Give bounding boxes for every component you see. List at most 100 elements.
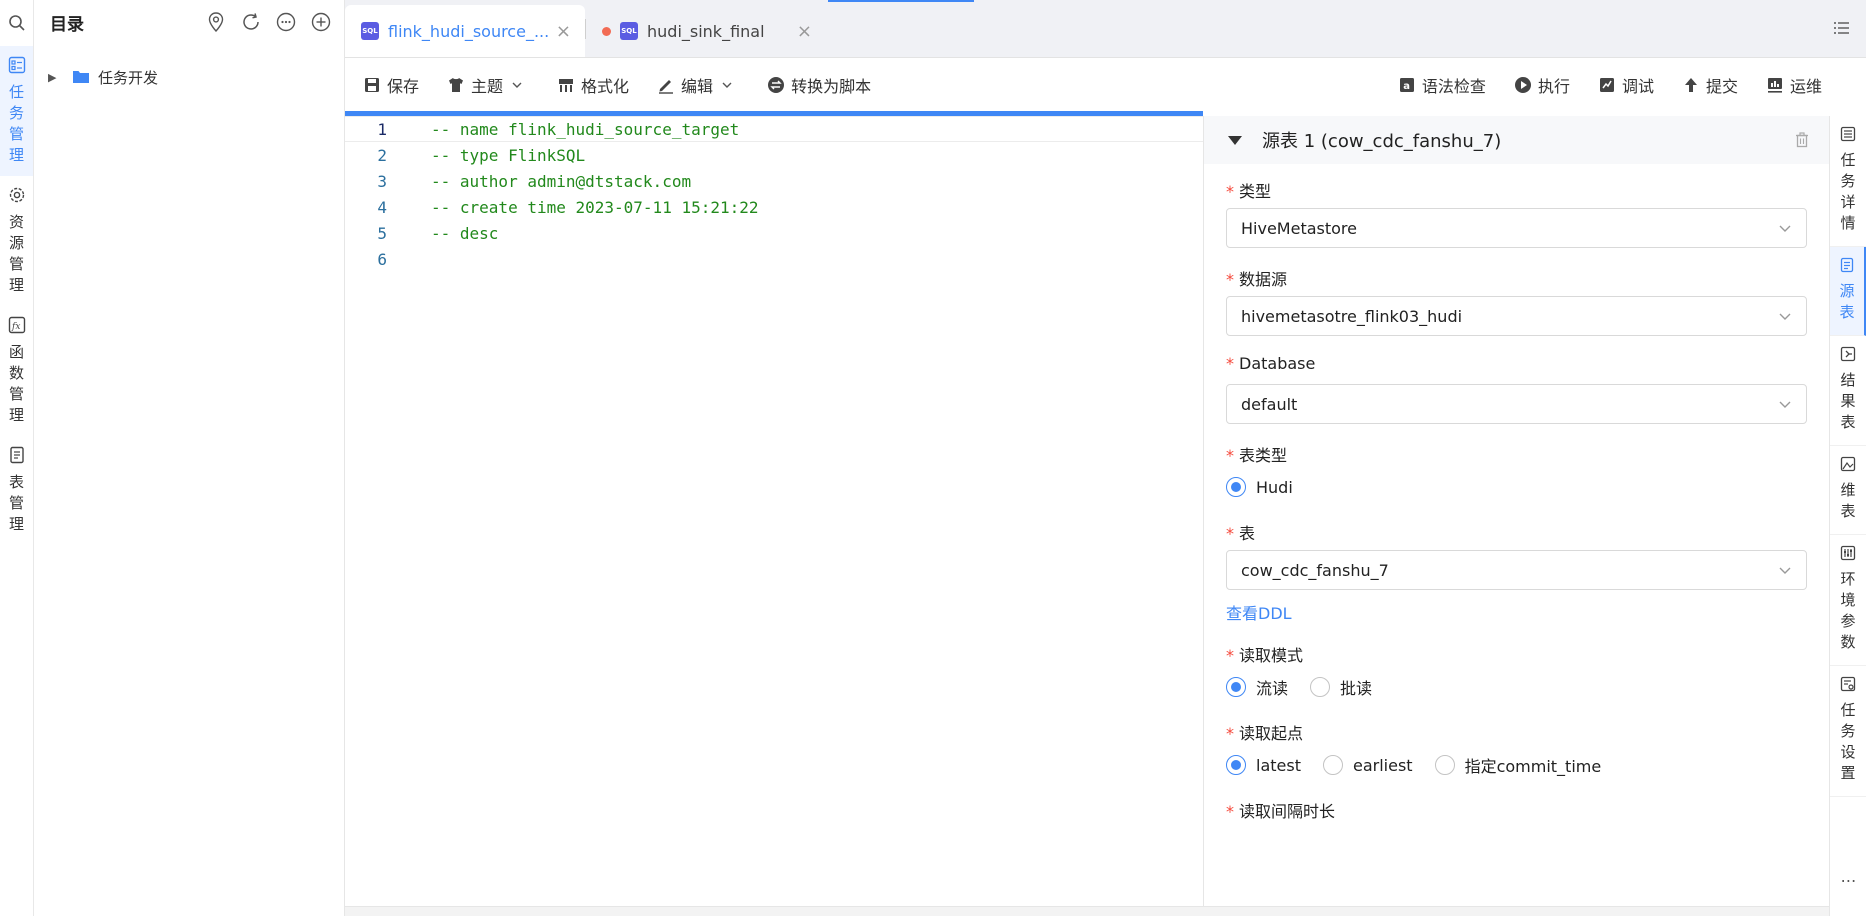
panel-header[interactable]: 源表 1 (cow_cdc_fanshu_7) (1204, 116, 1829, 164)
document-icon (1840, 257, 1854, 273)
locate-icon[interactable] (205, 11, 227, 33)
code-editor[interactable]: 1 -- name flink_hudi_source_target 2 -- ty… (345, 116, 1203, 916)
table-select[interactable]: cow_cdc_fanshu_7 (1226, 550, 1807, 590)
syntax-check-button[interactable]: a 语法检查 (1398, 73, 1486, 97)
field-label: * 读取间隔时长 (1226, 802, 1336, 821)
tab-hudi-sink-final[interactable]: SQL hudi_sink_final × (586, 5, 826, 57)
field-read-mode: * 读取模式 流读 批读 (1226, 642, 1807, 702)
database-select[interactable]: default (1226, 384, 1807, 424)
more-icon[interactable]: ⋯ (1830, 871, 1866, 890)
tree-node-task-dev[interactable]: ▶ 任务开发 (34, 60, 344, 94)
more-icon[interactable] (275, 11, 297, 33)
collapse-triangle-icon[interactable] (1228, 135, 1242, 145)
format-button[interactable]: 格式化 (557, 73, 629, 97)
play-icon (1514, 77, 1531, 93)
shirt-icon (449, 78, 464, 92)
task-list-icon (8, 56, 25, 74)
line-number: 1 (377, 119, 387, 139)
radio-hudi[interactable]: Hudi (1226, 477, 1293, 497)
radio-earliest[interactable]: earliest (1322, 755, 1413, 775)
chevron-down-icon (1779, 567, 1791, 574)
trash-icon[interactable] (1793, 131, 1811, 149)
select-value: hivemetasotre_flink03_hudi (1241, 306, 1463, 326)
chevron-down-icon (722, 82, 732, 88)
top-accent-line (828, 0, 974, 2)
side-tab-task-settings[interactable]: 任务设置 (1830, 666, 1866, 797)
field-label: * 读取模式 (1226, 646, 1304, 665)
code-text: -- desc (431, 223, 499, 243)
convert-to-script-button[interactable]: 转换为脚本 (767, 73, 871, 97)
image-icon (1840, 456, 1856, 472)
tab-list-menu-icon[interactable] (1832, 18, 1852, 38)
source-form: * 类型 HiveMetastore * 数据源 hivemetasotre_fli… (1204, 164, 1829, 821)
tab-label: flink_hudi_source_... (388, 21, 550, 41)
code-text: -- create time 2023-07-11 15:21:22 (431, 197, 759, 217)
view-ddl-link[interactable]: 查看DDL (1226, 600, 1807, 624)
panel-title: 源表 1 (cow_cdc_fanshu_7) (1262, 131, 1502, 152)
folder-icon (73, 71, 89, 83)
side-tab-dimension-table[interactable]: 维表 (1830, 446, 1866, 535)
field-label: * 数据源 (1226, 270, 1288, 289)
field-label: * 表 (1226, 524, 1256, 543)
radio-batch-read[interactable]: 批读 (1310, 675, 1372, 699)
field-read-interval: * 读取间隔时长 (1226, 798, 1807, 821)
rail-item-label: 资源管理 (8, 213, 24, 294)
sliders-icon (1840, 545, 1856, 561)
save-icon (365, 78, 379, 92)
side-tab-env-params[interactable]: 环境参数 (1830, 535, 1866, 666)
code-line: 2 -- type FlinkSQL (345, 142, 1203, 168)
refresh-icon[interactable] (240, 11, 262, 33)
settings-doc-icon (1840, 676, 1856, 692)
svg-text:fx: fx (11, 322, 20, 332)
rail-item-resource-management[interactable]: 资源管理 (0, 176, 33, 306)
type-select[interactable]: HiveMetastore (1226, 208, 1807, 248)
submit-button[interactable]: 提交 (1682, 73, 1738, 97)
svg-text:a: a (1403, 81, 1410, 92)
radio-circle (1322, 755, 1343, 775)
unsaved-dot (602, 26, 611, 36)
select-value: HiveMetastore (1241, 218, 1357, 238)
directory-title: 目录 (50, 14, 84, 35)
save-button[interactable]: 保存 (363, 73, 419, 97)
close-icon[interactable]: × (556, 21, 571, 42)
line-number: 2 (377, 145, 387, 165)
horizontal-scrollbar[interactable] (345, 906, 1829, 916)
debug-button[interactable]: 调试 (1598, 73, 1654, 97)
line-number: 3 (377, 171, 387, 191)
side-tab-task-details[interactable]: 任务详情 (1830, 116, 1866, 247)
edit-dropdown[interactable]: 编辑 (657, 73, 739, 97)
radio-circle (1226, 677, 1246, 697)
radio-circle (1226, 477, 1246, 497)
ops-button[interactable]: 运维 (1766, 73, 1822, 97)
gear-icon (9, 187, 24, 203)
theme-dropdown[interactable]: 主题 (447, 73, 529, 97)
rail-item-task-management[interactable]: 任务管理 (0, 46, 33, 176)
chevron-down-icon (1779, 313, 1791, 320)
tab-flink-hudi-source[interactable]: SQL flink_hudi_source_... × (345, 5, 585, 57)
side-tab-result-table[interactable]: 结果表 (1830, 336, 1866, 446)
rail-item-table-management[interactable]: 表管理 (0, 436, 33, 545)
run-button[interactable]: 执行 (1514, 73, 1570, 97)
sql-file-icon: SQL (361, 22, 379, 40)
datasource-select[interactable]: hivemetasotre_flink03_hudi (1226, 296, 1807, 336)
field-read-start: * 读取起点 latest earliest 指定commit_time (1226, 720, 1807, 780)
close-icon[interactable]: × (797, 21, 812, 42)
select-value: default (1241, 394, 1298, 414)
line-number: 6 (377, 249, 387, 269)
radio-circle (1310, 677, 1331, 697)
radio-circle (1226, 755, 1246, 775)
radio-stream-read[interactable]: 流读 (1226, 675, 1288, 699)
line-number: 4 (377, 197, 387, 217)
code-line: 5 -- desc (345, 220, 1203, 246)
directory-header: 目录 (34, 0, 344, 44)
side-tab-source-table[interactable]: 源表 (1830, 247, 1866, 336)
caret-right-icon[interactable]: ▶ (48, 71, 64, 84)
search-button[interactable] (0, 0, 33, 46)
add-icon[interactable] (310, 11, 332, 33)
rail-item-function-management[interactable]: fx 函数管理 (0, 306, 33, 436)
format-icon (559, 79, 574, 92)
radio-commit-time[interactable]: 指定commit_time (1434, 753, 1601, 777)
radio-latest[interactable]: latest (1226, 755, 1301, 775)
code-text: -- author admin@dtstack.com (431, 171, 692, 191)
rail-item-label: 表管理 (8, 473, 24, 533)
